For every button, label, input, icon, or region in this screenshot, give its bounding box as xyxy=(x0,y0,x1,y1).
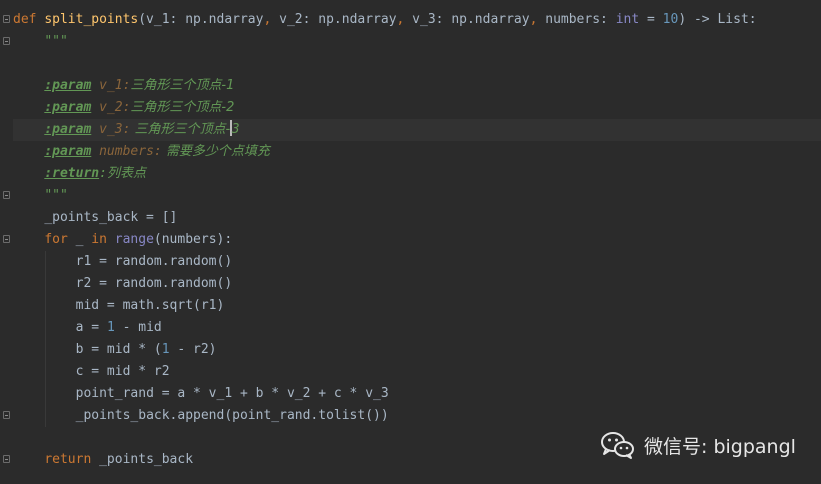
function-name: split_points xyxy=(44,12,139,27)
doc-param-desc: 三角形三个顶点- xyxy=(130,122,231,137)
doc-tag: :param xyxy=(44,100,92,115)
equals: = xyxy=(639,12,663,27)
code-line-mid[interactable]: mid = math.sqrt(r1) xyxy=(13,295,821,317)
code-line-doc-param-v2[interactable]: :param v_2:三角形三个顶点-2 xyxy=(13,97,821,119)
code-text: _points_back = [] xyxy=(44,210,178,225)
fold-marker-icon[interactable] xyxy=(3,37,10,45)
param-v2: v_2: np.ndarray xyxy=(271,12,397,27)
doc-param-desc: 三角形三个顶点-1 xyxy=(130,78,235,93)
code-text: - mid xyxy=(114,320,162,335)
code-text: point_rand = a * v_1 + b * v_2 + c * v_3 xyxy=(75,386,389,401)
keyword-def: def xyxy=(13,12,37,27)
doc-param-desc-end: 3 xyxy=(231,122,240,137)
doc-param-name: v_3: xyxy=(91,122,131,137)
fold-marker-icon[interactable] xyxy=(3,235,10,243)
watermark: 微信号: bigpangl xyxy=(600,430,796,460)
code-line-for[interactable]: for _ in range(numbers): xyxy=(13,229,821,251)
param-v3: v_3: np.ndarray xyxy=(404,12,530,27)
doc-param-desc: 需要多少个点填充 xyxy=(161,144,270,159)
code-text: _ xyxy=(67,232,92,247)
fold-marker-icon[interactable] xyxy=(3,191,10,199)
watermark-text: 微信号: bigpangl xyxy=(644,435,796,458)
fold-marker-icon[interactable] xyxy=(3,15,10,23)
code-text: mid = math.sqrt(r1) xyxy=(75,298,225,313)
code-editor[interactable]: def split_points(v_1: np.ndarray, v_2: n… xyxy=(0,0,821,484)
doc-tag: :return xyxy=(44,166,100,181)
code-line-doc-param-numbers[interactable]: :param numbers: 需要多少个点填充 xyxy=(13,141,821,163)
doc-tag: :param xyxy=(44,144,92,159)
code-line-b[interactable]: b = mid * (1 - r2) xyxy=(13,339,821,361)
keyword-for: for xyxy=(44,232,68,247)
builtin-int: int xyxy=(615,12,640,27)
code-line-point-rand[interactable]: point_rand = a * v_1 + b * v_2 + c * v_3 xyxy=(13,383,821,405)
code-line-c[interactable]: c = mid * r2 xyxy=(13,361,821,383)
code-line-a[interactable]: a = 1 - mid xyxy=(13,317,821,339)
code-line-docstring-close[interactable]: """ xyxy=(13,185,821,207)
doc-param-name: v_2: xyxy=(91,100,131,115)
code-line-doc-param-v3[interactable]: :param v_3: 三角形三个顶点- 3 xyxy=(13,119,821,141)
doc-param-desc: 三角形三个顶点-2 xyxy=(130,100,235,115)
docstring-quotes: """ xyxy=(44,188,68,203)
fold-marker-icon[interactable] xyxy=(3,455,10,463)
code-line-points-back[interactable]: _points_back = [] xyxy=(13,207,821,229)
fold-marker-icon[interactable] xyxy=(3,411,10,419)
code-line-r1[interactable]: r1 = random.random() xyxy=(13,251,821,273)
wechat-icon xyxy=(601,432,634,459)
code-text: (numbers): xyxy=(153,232,233,247)
default-number: 10 xyxy=(662,12,679,27)
code-line-docstring-open[interactable]: """ xyxy=(13,31,821,53)
code-line-doc-return[interactable]: :return:列表点 xyxy=(13,163,821,185)
code-text: a = xyxy=(75,320,107,335)
doc-colon: : xyxy=(99,166,107,181)
code-text: b = mid * ( xyxy=(75,342,162,357)
code-text: - r2) xyxy=(169,342,217,357)
code-text: _points_back xyxy=(91,452,194,467)
number-literal: 1 xyxy=(106,320,115,335)
docstring-quotes: """ xyxy=(44,34,68,49)
builtin-range: range xyxy=(114,232,154,247)
param-numbers: numbers: xyxy=(537,12,616,27)
code-line-def[interactable]: def split_points(v_1: np.ndarray, v_2: n… xyxy=(13,9,821,31)
code-line-r2[interactable]: r2 = random.random() xyxy=(13,273,821,295)
keyword-in: in xyxy=(91,232,107,247)
number-literal: 1 xyxy=(161,342,170,357)
doc-return-desc: 列表点 xyxy=(106,166,146,181)
doc-tag: :param xyxy=(44,122,92,137)
param-v1: (v_1: np.ndarray xyxy=(138,12,264,27)
code-text: r1 = random.random() xyxy=(75,254,233,269)
code-line-append[interactable]: _points_back.append(point_rand.tolist()) xyxy=(13,405,821,427)
code-line-doc-param-v1[interactable]: :param v_1:三角形三个顶点-1 xyxy=(13,75,821,97)
doc-tag: :param xyxy=(44,78,92,93)
doc-param-name: numbers: xyxy=(91,144,162,159)
code-text: c = mid * r2 xyxy=(75,364,170,379)
doc-param-name: v_1: xyxy=(91,78,131,93)
code-text: _points_back.append(point_rand.tolist()) xyxy=(75,408,389,423)
keyword-return: return xyxy=(44,452,92,467)
code-text: r2 = random.random() xyxy=(75,276,233,291)
return-annotation: ) -> List: xyxy=(678,12,757,27)
